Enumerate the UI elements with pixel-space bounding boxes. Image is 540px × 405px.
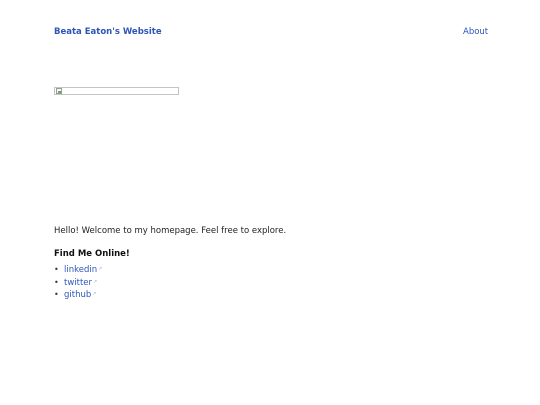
twitter-link[interactable]: twitter xyxy=(64,278,92,288)
external-link-icon: ↗ xyxy=(93,278,98,285)
intro-text: Hello! Welcome to my homepage. Feel free… xyxy=(54,226,287,236)
social-links-list: • linkedin↗ • twitter↗ • github↗ xyxy=(54,264,102,302)
list-item: • twitter↗ xyxy=(54,277,102,290)
bullet-icon: • xyxy=(54,290,59,299)
external-link-icon: ↗ xyxy=(98,266,103,272)
hero-image-broken xyxy=(54,87,179,95)
github-link[interactable]: github xyxy=(64,290,91,300)
list-item: • linkedin↗ xyxy=(54,264,102,277)
bullet-icon: • xyxy=(54,265,59,274)
broken-image-icon xyxy=(56,88,62,94)
linkedin-link[interactable]: linkedin xyxy=(64,265,97,275)
nav-about-link[interactable]: About xyxy=(463,27,488,37)
list-item: • github↗ xyxy=(54,289,102,302)
site-title-link[interactable]: Beata Eaton's Website xyxy=(54,27,162,37)
external-link-icon: ↗ xyxy=(92,291,97,297)
find-me-heading: Find Me Online! xyxy=(54,249,130,259)
bullet-icon: • xyxy=(54,277,59,287)
